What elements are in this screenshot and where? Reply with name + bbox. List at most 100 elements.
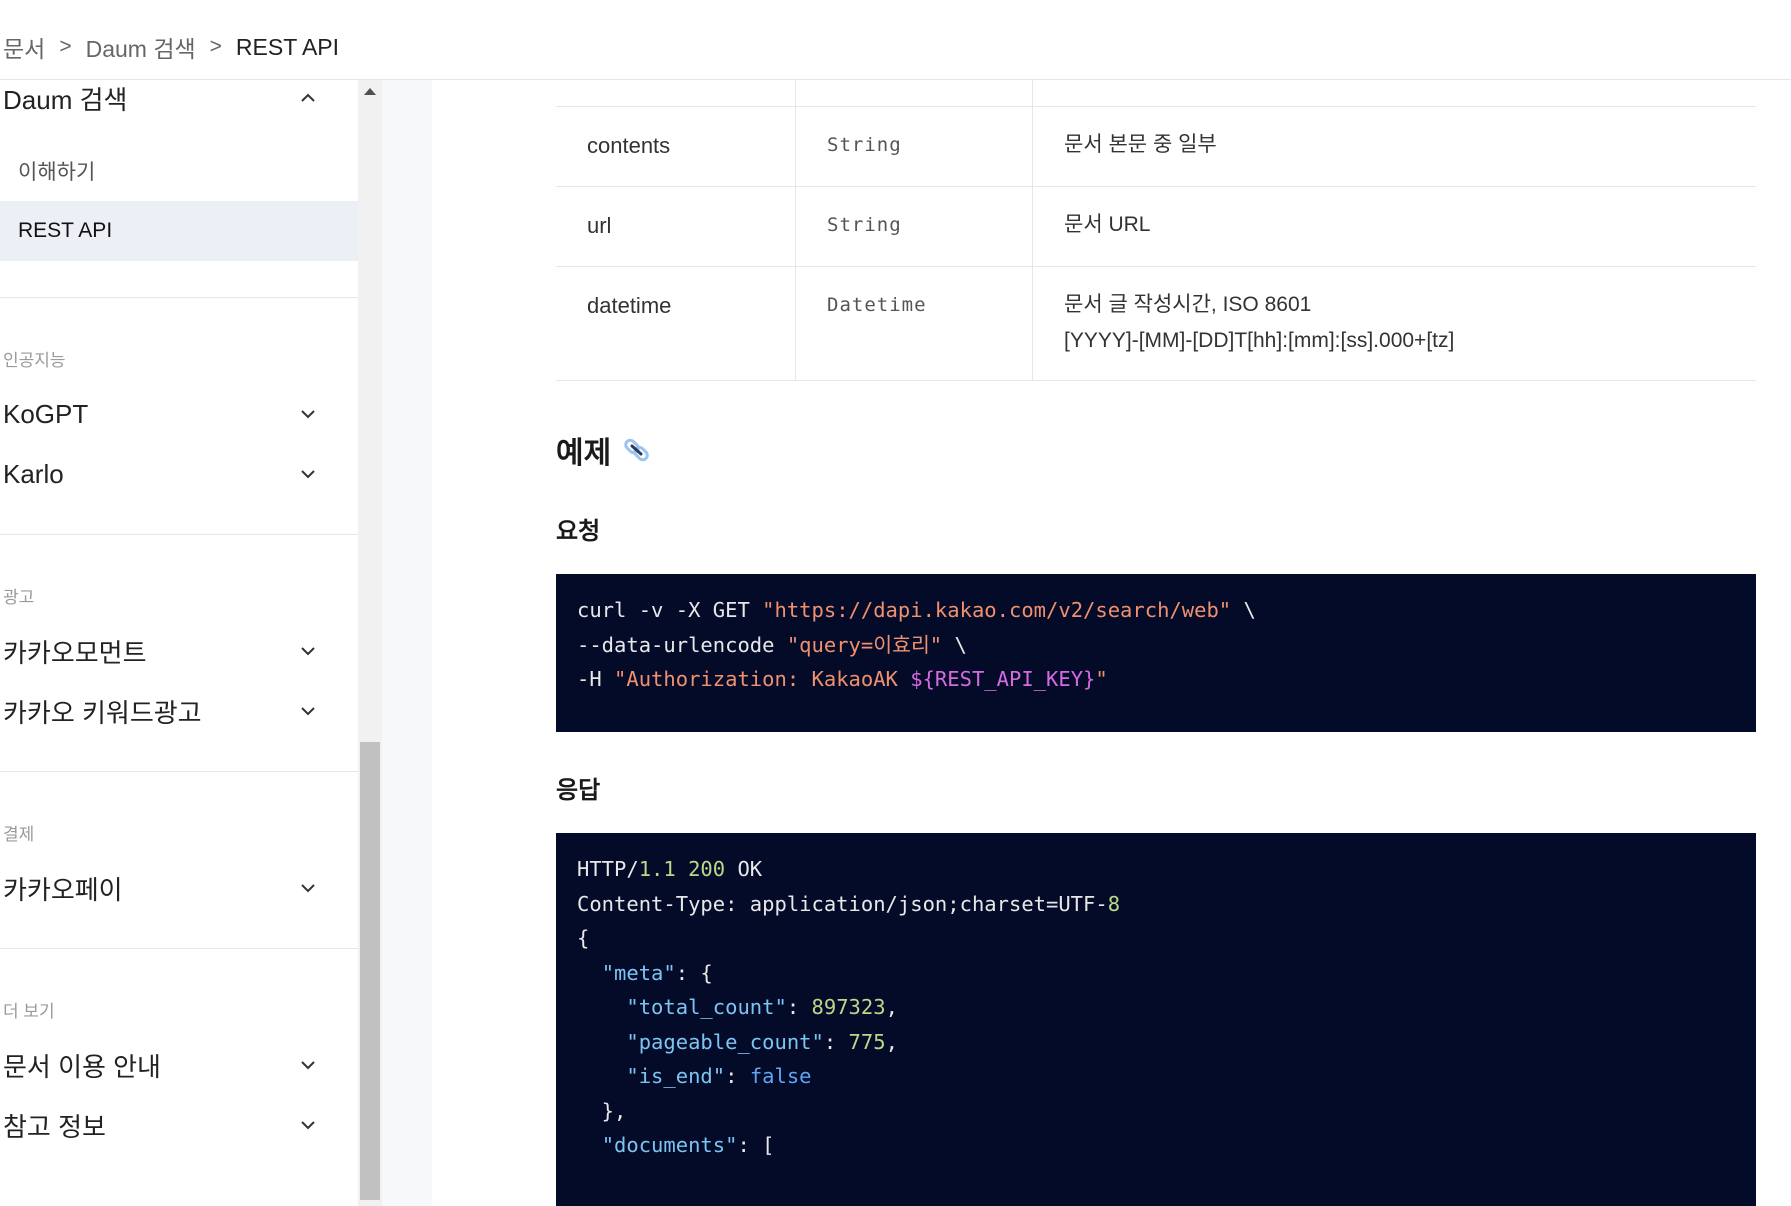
code-line: "documents": [ bbox=[577, 1126, 775, 1165]
table-cell bbox=[1033, 80, 1756, 106]
table-row: url String 문서 URL bbox=[556, 187, 1756, 267]
code-token: \ bbox=[942, 632, 967, 657]
code-token: HTTP/ bbox=[577, 857, 639, 881]
section-title-more: 더 보기 bbox=[3, 1002, 55, 1021]
table-cell-name: url bbox=[556, 187, 796, 266]
sidebar-item-karlo[interactable]: Karlo bbox=[0, 448, 358, 500]
code-line: curl -v -X GET "https://dapi.kakao.com/v… bbox=[577, 591, 1256, 630]
code-line: "total_count": 897323, bbox=[577, 988, 898, 1027]
sidebar-divider bbox=[0, 948, 358, 949]
table-cell-desc: 문서 URL bbox=[1033, 187, 1756, 266]
sidebar-item-label: KoGPT bbox=[3, 398, 89, 429]
code-token: -H bbox=[577, 667, 615, 691]
code-token: 1.1 bbox=[638, 857, 676, 881]
code-token: OK bbox=[725, 857, 763, 881]
sidebar-group-daum-search[interactable]: Daum 검색 bbox=[0, 80, 358, 124]
breadcrumb-item-docs[interactable]: 문서 bbox=[3, 30, 45, 64]
sidebar-item-keyword-ads[interactable]: 카카오 키워드광고 bbox=[0, 685, 358, 737]
code-line: Content-Type: application/json;charset=U… bbox=[577, 885, 1120, 924]
scroll-up-arrow-icon[interactable] bbox=[358, 80, 382, 102]
sidebar-item-kogpt[interactable]: KoGPT bbox=[0, 388, 358, 440]
top-bar: 문서 > Daum 검색 > REST API bbox=[0, 0, 1791, 80]
code-line: -H "Authorization: KakaoAK ${REST_API_KE… bbox=[577, 660, 1108, 699]
code-token: 8 bbox=[1107, 891, 1121, 916]
table-cell-type: String bbox=[796, 107, 1033, 186]
sidebar-item-kakaomoment[interactable]: 카카오모먼트 bbox=[0, 625, 358, 677]
response-code-block[interactable]: HTTP/1.1 200 OK Content-Type: application… bbox=[556, 833, 1756, 1206]
code-token: : [ bbox=[737, 1133, 775, 1157]
table-cell-name: contents bbox=[556, 107, 796, 186]
code-token: "is_end" bbox=[626, 1064, 726, 1088]
breadcrumb-separator: > bbox=[209, 35, 222, 58]
section-title-ads: 광고 bbox=[3, 588, 35, 607]
sidebar-item-kakaopay[interactable]: 카카오페이 bbox=[0, 862, 358, 914]
main-content: contents String 문서 본문 중 일부 url String 문서… bbox=[432, 80, 1791, 1206]
code-token: \ bbox=[1231, 598, 1256, 622]
table-cell-type: Datetime bbox=[796, 267, 1033, 380]
code-line: { bbox=[577, 919, 589, 958]
chevron-down-icon bbox=[301, 470, 315, 479]
code-token: : { bbox=[675, 960, 713, 985]
field-description-format: [YYYY]-[MM]-[DD]T[hh]:[mm]:[ss].000+[tz] bbox=[1064, 329, 1455, 352]
chevron-up-icon bbox=[301, 93, 315, 102]
code-token: curl -v -X GET bbox=[577, 598, 763, 622]
sidebar-item-label: 카카오모먼트 bbox=[3, 637, 147, 668]
table-row-partial bbox=[556, 80, 1756, 107]
request-code-block[interactable]: curl -v -X GET "https://dapi.kakao.com/v… bbox=[556, 574, 1756, 732]
code-line: "meta": { bbox=[577, 954, 713, 993]
code-line: }, bbox=[577, 1092, 627, 1131]
sidebar-item-doc-guide[interactable]: 문서 이용 안내 bbox=[0, 1039, 358, 1091]
code-token: , bbox=[885, 995, 898, 1019]
field-type: String bbox=[827, 214, 902, 236]
link-icon[interactable] bbox=[621, 434, 653, 466]
sidebar-item-reference[interactable]: 참고 정보 bbox=[0, 1099, 358, 1151]
table-cell-name: datetime bbox=[556, 267, 796, 380]
code-token: { bbox=[577, 926, 590, 950]
sidebar-divider bbox=[0, 771, 358, 772]
table-cell bbox=[556, 80, 796, 106]
sidebar-item-understand[interactable]: 이해하기 bbox=[0, 141, 358, 201]
code-token: 775 bbox=[848, 1029, 886, 1054]
sidebar-item-rest-api[interactable]: REST API bbox=[0, 201, 358, 261]
code-token: 200 bbox=[688, 857, 726, 881]
field-description: 문서 글 작성시간, ISO 8601 bbox=[1064, 293, 1312, 316]
code-token: "query=이효리" bbox=[786, 632, 943, 657]
chevron-down-icon bbox=[301, 707, 315, 716]
breadcrumb-item-current: REST API bbox=[235, 33, 340, 60]
example-heading-text: 예제 bbox=[556, 437, 612, 470]
code-token: , bbox=[885, 1029, 898, 1054]
code-token: "pageable_count" bbox=[626, 1029, 824, 1054]
sidebar-item-label: 카카오 키워드광고 bbox=[3, 697, 202, 728]
request-heading: 요청 bbox=[556, 518, 601, 545]
code-token: "documents" bbox=[601, 1133, 738, 1157]
example-heading: 예제 bbox=[556, 428, 653, 472]
table-cell-type: String bbox=[796, 187, 1033, 266]
code-token: ${REST_API_KEY} bbox=[910, 667, 1096, 691]
code-line: "is_end": false bbox=[577, 1057, 811, 1096]
code-token: "https://dapi.kakao.com/v2/search/web" bbox=[762, 598, 1232, 622]
breadcrumb-item-daum-search[interactable]: Daum 검색 bbox=[86, 30, 196, 64]
code-token: Content-Type: application/json;charset=U… bbox=[577, 891, 1108, 916]
scrollbar-thumb[interactable] bbox=[360, 742, 380, 1200]
chevron-down-icon bbox=[301, 410, 315, 419]
content-gutter bbox=[382, 80, 432, 1206]
sidebar-scrollbar[interactable] bbox=[358, 80, 382, 1206]
field-name: contents bbox=[587, 133, 671, 158]
field-name: datetime bbox=[587, 293, 672, 318]
sidebar-item-label: REST API bbox=[18, 219, 113, 242]
field-description: 문서 본문 중 일부 bbox=[1064, 133, 1217, 156]
code-token: 897323 bbox=[811, 995, 886, 1019]
sidebar-divider bbox=[0, 534, 358, 535]
table-row: contents String 문서 본문 중 일부 bbox=[556, 107, 1756, 187]
code-token: "meta" bbox=[601, 960, 676, 985]
code-token: }, bbox=[577, 1098, 627, 1123]
section-title-ai: 인공지능 bbox=[3, 351, 66, 370]
section-title-payment: 결제 bbox=[3, 825, 35, 844]
code-line: "pageable_count": 775, bbox=[577, 1023, 898, 1062]
sidebar: Daum 검색 이해하기 REST API 인공지능 KoGPT Karlo 광… bbox=[0, 80, 358, 1206]
